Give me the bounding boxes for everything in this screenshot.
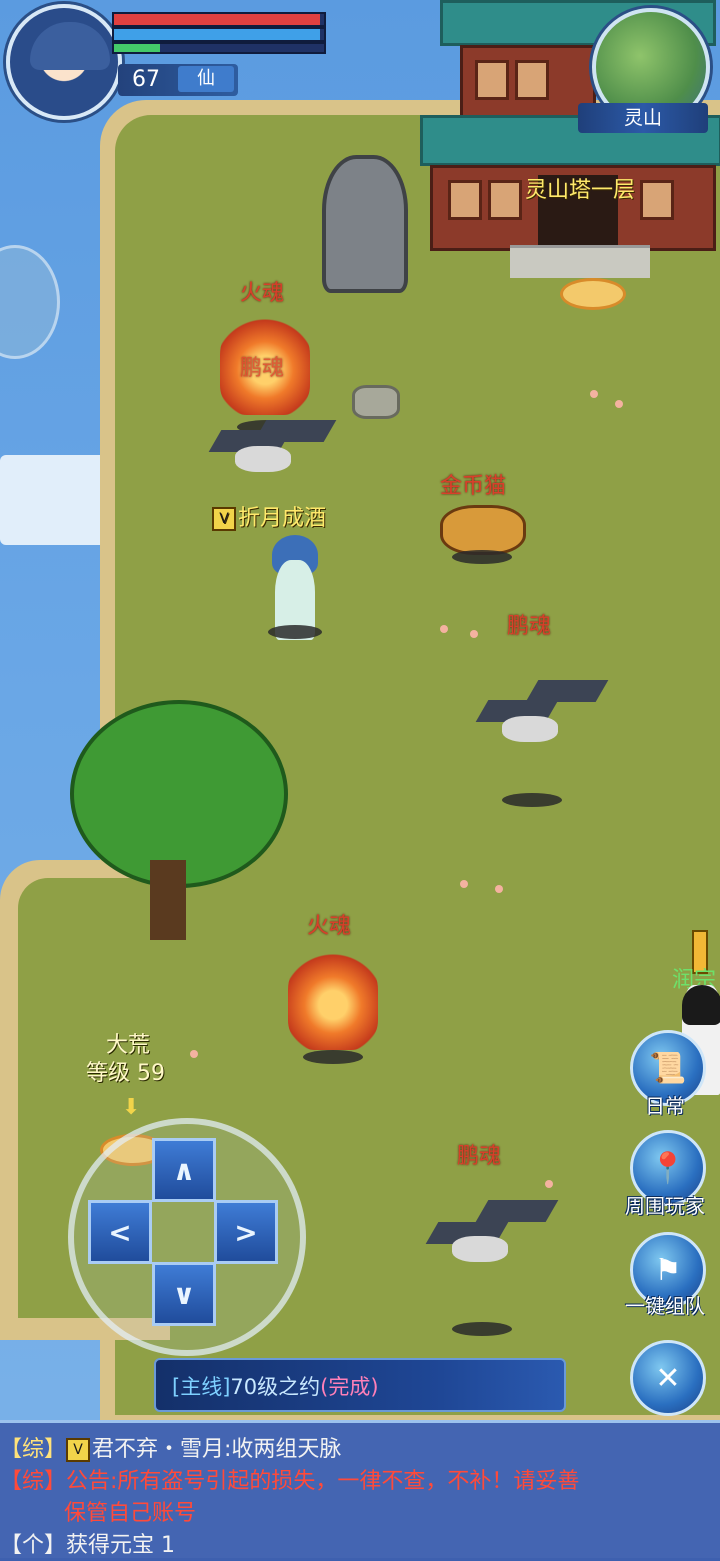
daily-label: 日常 <box>645 1094 685 1118</box>
player-name: V 折月成酒 <box>212 500 326 532</box>
minimap-location-label: 灵山 <box>578 103 708 133</box>
fire-soul-label: 火魂 <box>240 281 285 306</box>
tower-window <box>488 180 522 220</box>
player-level: 67 <box>132 67 160 92</box>
hp-bar-fill <box>114 14 320 25</box>
mp-bar-fill <box>114 29 320 40</box>
dpad-right-button[interactable]: > <box>214 1200 278 1264</box>
fire-soul-label: 火魂 <box>307 914 352 939</box>
attack-skill-button[interactable]: ✕ <box>630 1340 706 1416</box>
flower <box>545 1180 553 1188</box>
main-quest-tracker[interactable]: [主线]70级之约(完成) <box>154 1358 566 1412</box>
monster-shadow <box>502 793 562 807</box>
quest-title: 70级之约 <box>230 1375 321 1399</box>
peng-soul-monster[interactable] <box>475 680 609 750</box>
tower-window <box>640 180 674 220</box>
flower <box>495 885 503 893</box>
stone-pile <box>352 385 400 419</box>
chat-text: 君不弃・雪月:收两组天脉 <box>92 1437 342 1462</box>
chat-message: 【综】公告:所有盗号引起的损失，一律不查，不补！请妥善 <box>0 1463 720 1495</box>
eagle-body <box>452 1236 508 1262</box>
down-arrow-icon: ⬇ <box>122 1095 141 1120</box>
stele-rock <box>322 155 408 293</box>
player-shadow <box>268 625 322 639</box>
flower <box>460 880 468 888</box>
tree-trunk <box>150 860 186 940</box>
flag-icon: ⚑ <box>654 1252 682 1288</box>
crossed-swords-icon: ✕ <box>655 1360 681 1396</box>
eagle-wing <box>525 680 609 702</box>
peng-soul-label: 鹏魂 <box>457 1144 502 1169</box>
chat-message: 【个】获得元宝 1 <box>0 1527 720 1559</box>
tower-window <box>515 60 549 100</box>
flower <box>590 390 598 398</box>
eagle-body <box>502 716 558 742</box>
chat-text: 获得元宝 1 <box>66 1533 176 1558</box>
player-name-text: 折月成酒 <box>238 506 327 531</box>
avatar-hair <box>30 22 110 70</box>
peng-soul-label: 鹏魂 <box>507 614 552 639</box>
flower <box>190 1050 198 1058</box>
gold-cat-monster[interactable] <box>440 505 526 555</box>
realm-badge: 仙 <box>178 66 234 92</box>
xp-bar-fill <box>114 44 161 52</box>
tower-window <box>448 180 482 220</box>
xp-bar <box>112 42 326 54</box>
chat-message: 【综】 V 君不弃・雪月:收两组天脉 <box>0 1431 720 1463</box>
tower-stairs <box>510 245 650 278</box>
chat-channel: 【综】 <box>0 1469 67 1494</box>
flower <box>440 625 448 633</box>
chat-channel: 【个】 <box>0 1533 67 1558</box>
chat-text: 保管自己账号 <box>64 1501 197 1526</box>
chat-message-continued: 保管自己账号 <box>64 1495 720 1527</box>
player-avatar[interactable] <box>6 4 122 120</box>
tower-label: 灵山塔一层 <box>525 178 636 203</box>
location-pin-icon: 📍 <box>649 1150 687 1186</box>
chat-channel: 【综】 <box>0 1437 67 1462</box>
monster-shadow <box>452 1322 512 1336</box>
hp-bar <box>112 12 326 27</box>
vip-icon: V <box>66 1438 91 1462</box>
monster-shadow <box>452 550 512 564</box>
quest-tag: [主线] <box>172 1375 231 1399</box>
chat-text: 公告:所有盗号引起的损失，一律不查，不补！请妥善 <box>66 1469 580 1494</box>
peng-soul-monster[interactable] <box>425 1200 559 1270</box>
flower <box>615 400 623 408</box>
monster-shadow <box>303 1050 363 1064</box>
dpad-left-button[interactable]: < <box>88 1200 152 1264</box>
scroll-icon: 📜 <box>649 1050 687 1086</box>
dahuang-level-text: 等级 <box>86 1061 131 1086</box>
chat-panel[interactable]: 【综】 V 君不弃・雪月:收两组天脉 【综】公告:所有盗号引起的损失，一律不查，不补… <box>0 1420 720 1561</box>
mp-bar <box>112 27 326 42</box>
eagle-body <box>235 446 291 472</box>
level-panel[interactable]: 67 仙 <box>118 64 238 96</box>
portal-marker-tower[interactable] <box>560 278 626 310</box>
dahuang-level-label: 等级 59 <box>86 1055 165 1087</box>
npc-hair <box>682 985 720 1025</box>
gold-cat-label: 金币猫 <box>440 474 507 499</box>
vip-icon: V <box>212 507 236 531</box>
peng-soul-monster[interactable] <box>208 410 337 480</box>
flower <box>470 630 478 638</box>
eagle-wing <box>475 1200 559 1222</box>
dpad-down-button[interactable]: ∨ <box>152 1262 216 1326</box>
quest-status: (完成) <box>320 1375 379 1399</box>
dpad-up-button[interactable]: ∧ <box>152 1138 216 1202</box>
fire-soul-monster[interactable] <box>288 950 378 1050</box>
one-click-team-label: 一键组队 <box>625 1294 705 1318</box>
dahuang-level-value: 59 <box>137 1061 166 1086</box>
peng-soul-label: 鹏魂 <box>240 356 285 381</box>
nearby-players-label: 周围玩家 <box>625 1194 705 1218</box>
tower-window <box>475 60 509 100</box>
